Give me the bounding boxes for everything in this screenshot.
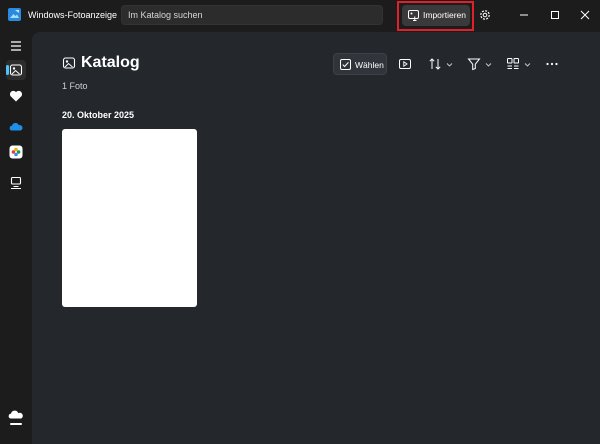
import-button[interactable]: Importieren: [402, 5, 470, 26]
search-placeholder: Im Katalog suchen: [128, 10, 203, 20]
gallery-icon: [62, 57, 76, 69]
nav-item-icloud[interactable]: [6, 142, 26, 162]
filter-icon[interactable]: [467, 57, 481, 71]
view-icon[interactable]: [506, 57, 520, 71]
folders-icon[interactable]: [6, 173, 26, 193]
hamburger-icon[interactable]: [6, 36, 26, 56]
app-title: Windows-Fotoanzeige: [28, 10, 118, 20]
cloud-icon[interactable]: [7, 408, 25, 430]
import-icon: [408, 10, 419, 21]
maximize-icon[interactable]: [548, 8, 562, 22]
heart-icon[interactable]: [6, 86, 26, 106]
icloud-icon: [9, 145, 23, 159]
date-header: 20. Oktober 2025: [62, 110, 135, 120]
title-bar: Windows-Fotoanzeige Im Katalog suchen Im…: [0, 0, 600, 32]
page-title: Katalog: [81, 54, 140, 71]
photo-thumbnail[interactable]: [62, 129, 197, 307]
chevron-down-icon[interactable]: [485, 61, 492, 68]
onedrive-icon[interactable]: [6, 117, 26, 137]
slideshow-icon[interactable]: [398, 57, 412, 71]
gallery-icon: [9, 64, 23, 76]
select-button[interactable]: Wählen: [333, 53, 387, 75]
nav-rail: [0, 32, 32, 444]
app-icon: [8, 8, 21, 21]
chevron-down-icon[interactable]: [446, 61, 453, 68]
gear-icon[interactable]: [478, 8, 492, 22]
select-label: Wählen: [355, 60, 384, 70]
more-icon[interactable]: [545, 57, 559, 71]
sort-icon[interactable]: [428, 57, 442, 71]
search-input[interactable]: Im Katalog suchen: [121, 5, 383, 25]
chevron-down-icon[interactable]: [524, 61, 531, 68]
close-icon[interactable]: [578, 8, 592, 22]
nav-item-gallery[interactable]: [6, 60, 26, 80]
minimize-icon[interactable]: [517, 8, 531, 22]
photo-count: 1 Foto: [62, 81, 88, 91]
checkbox-icon: [340, 59, 351, 70]
main-content: Katalog 1 Foto 20. Oktober 2025 Wählen: [32, 32, 600, 444]
import-label: Importieren: [423, 10, 466, 20]
